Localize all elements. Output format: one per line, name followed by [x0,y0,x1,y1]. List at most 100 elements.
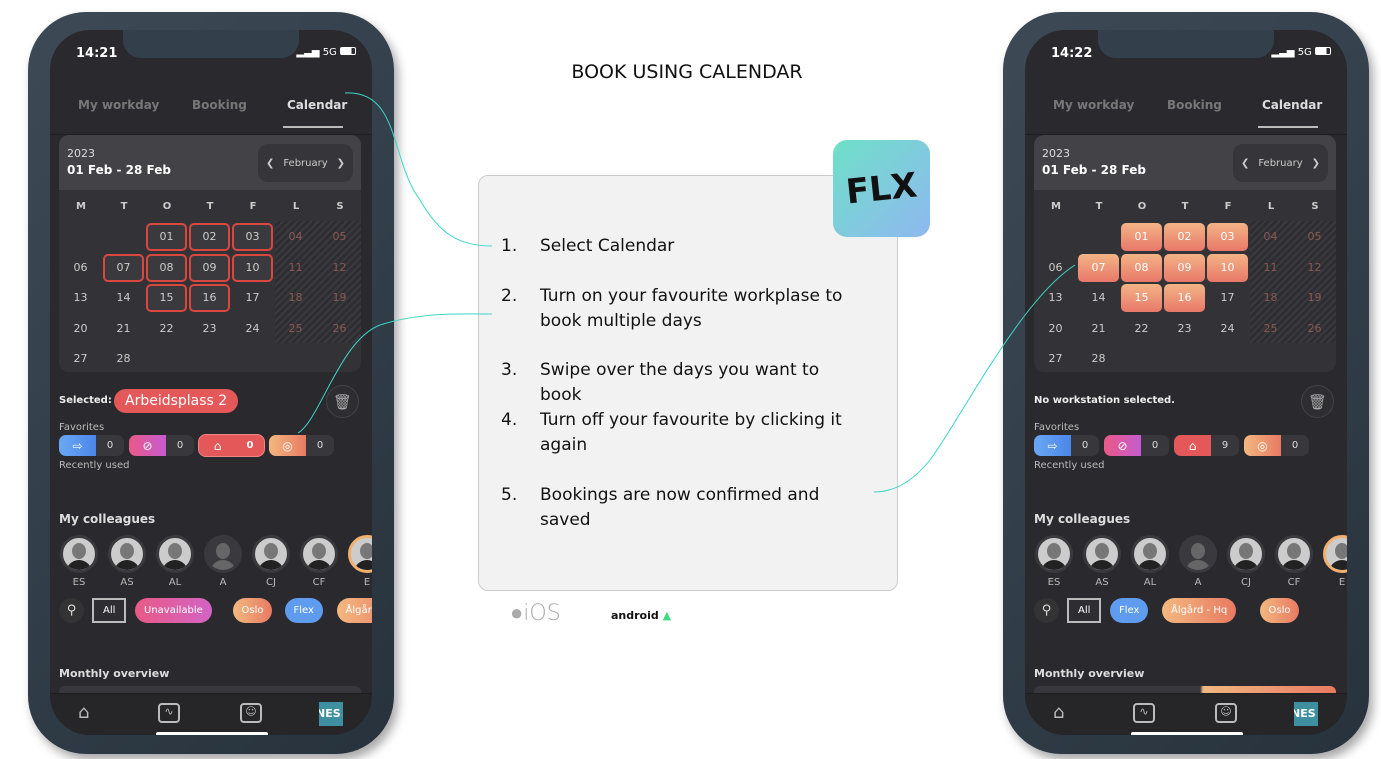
calendar-day[interactable]: 18 [275,284,316,312]
calendar-day[interactable]: 28 [103,345,144,372]
calendar-day[interactable]: 02 [1164,223,1205,251]
filter-all[interactable]: All [1067,598,1102,623]
home-indicator[interactable] [156,732,268,735]
calendar-day[interactable]: 03 [232,223,273,251]
calendar-day[interactable]: 11 [1250,254,1291,282]
calendar-day[interactable]: 10 [232,253,273,282]
calendar-day[interactable]: 17 [1207,284,1248,312]
calendar-day[interactable]: 13 [1035,284,1076,312]
filter-all[interactable]: All [92,598,127,623]
month-selector[interactable]: ❮ February ❯ [258,144,353,182]
tab-calendar[interactable]: Calendar [1262,98,1322,112]
calendar-day[interactable]: 09 [189,253,230,282]
nav-stats[interactable]: ∿ [1133,703,1155,723]
tab-booking[interactable]: Booking [192,98,247,112]
month-selector[interactable]: ❮ February ❯ [1233,144,1328,182]
colleague-avatar[interactable] [108,535,146,573]
nav-home[interactable]: ⌂ [1053,702,1064,723]
favorite-chip[interactable]: ◎ 0 [269,435,334,456]
calendar-day[interactable]: 08 [1121,253,1162,282]
calendar-day[interactable]: 16 [1164,284,1205,312]
search-button[interactable]: ⚲ [59,598,84,623]
tab-booking[interactable]: Booking [1167,98,1222,112]
calendar-day[interactable]: 06 [60,254,101,282]
calendar-day[interactable]: 20 [60,315,101,343]
calendar-day[interactable]: 28 [1078,345,1119,372]
nav-profile[interactable]: ☺ [240,703,262,723]
nav-home[interactable]: ⌂ [78,702,89,723]
calendar-day[interactable]: 22 [1121,315,1162,343]
search-button[interactable]: ⚲ [1034,598,1059,623]
filter-orange[interactable]: Ålgård - Hq [1162,598,1237,623]
tab-my-workday[interactable]: My workday [1053,98,1134,112]
filter-orange[interactable]: Ålgård - H [336,598,372,623]
calendar-day[interactable]: 24 [1207,315,1248,343]
calendar-day[interactable]: 20 [1035,315,1076,343]
chevron-right-icon[interactable]: ❯ [337,158,345,169]
filter-blue[interactable]: Flex [1110,598,1149,623]
calendar-day[interactable]: 04 [275,223,316,251]
calendar-day[interactable]: 26 [1294,315,1335,343]
favorite-chip[interactable]: ⇨ 0 [59,435,124,456]
calendar-day[interactable]: 23 [1164,315,1205,343]
colleague-avatar[interactable] [1083,535,1121,573]
calendar-day[interactable]: 07 [1078,253,1119,282]
calendar-day[interactable]: 26 [319,315,360,343]
calendar-day[interactable]: 04 [1250,223,1291,251]
filter-orange[interactable]: Oslo [232,598,273,623]
calendar-day[interactable]: 17 [232,284,273,312]
favorite-chip[interactable]: ⌂ 0 [199,435,264,456]
filter-blue[interactable]: Flex [284,598,323,623]
colleague-avatar[interactable] [156,535,194,573]
nav-stats[interactable]: ∿ [158,703,180,723]
favorite-chip[interactable]: ⊘ 0 [129,435,194,456]
colleague-avatar[interactable] [1035,535,1073,573]
nav-account-badge[interactable]: NES [1294,702,1318,726]
calendar-day[interactable]: 27 [1035,345,1076,372]
calendar-day[interactable]: 01 [1121,223,1162,251]
nav-profile[interactable]: ☺ [1215,703,1237,723]
calendar-day[interactable]: 21 [103,315,144,343]
calendar-day[interactable]: 05 [1294,223,1335,251]
calendar-day[interactable]: 19 [1294,284,1335,312]
calendar-day[interactable]: 25 [275,315,316,343]
calendar-day[interactable]: 27 [60,345,101,372]
calendar-day[interactable]: 23 [189,315,230,343]
calendar-day[interactable]: 15 [1121,284,1162,312]
calendar-day[interactable]: 12 [1294,254,1335,282]
calendar-day[interactable]: 15 [146,284,187,312]
colleague-avatar[interactable] [1131,535,1169,573]
calendar-day[interactable]: 13 [60,284,101,312]
chevron-left-icon[interactable]: ❮ [266,158,274,169]
calendar-day[interactable]: 06 [1035,254,1076,282]
calendar-day[interactable]: 05 [319,223,360,251]
nav-account-badge[interactable]: NES [319,702,343,726]
filter-orange[interactable]: Oslo [1259,598,1300,623]
colleague-avatar[interactable] [252,535,290,573]
calendar-day[interactable]: 14 [1078,284,1119,312]
selected-workstation[interactable]: Arbeidsplass 2 [114,389,239,413]
trash-button[interactable]: 🗑 [1301,385,1334,418]
calendar-day[interactable]: 16 [189,284,230,312]
calendar-day[interactable]: 24 [232,315,273,343]
calendar-day[interactable]: 18 [1250,284,1291,312]
calendar-day[interactable]: 19 [319,284,360,312]
favorite-chip[interactable]: ⌂ 9 [1174,435,1239,456]
filter-pink[interactable]: Unavailable [135,598,212,623]
calendar-day[interactable]: 09 [1164,253,1205,282]
calendar-day[interactable]: 11 [275,254,316,282]
home-indicator[interactable] [1131,732,1243,735]
colleague-avatar[interactable] [60,535,98,573]
calendar-day[interactable]: 12 [319,254,360,282]
chevron-left-icon[interactable]: ❮ [1241,158,1249,169]
colleague-avatar[interactable] [1275,535,1313,573]
colleague-avatar[interactable] [348,535,372,573]
calendar-day[interactable]: 08 [146,253,187,282]
favorite-chip[interactable]: ⇨ 0 [1034,435,1099,456]
tab-calendar[interactable]: Calendar [287,98,347,112]
colleague-avatar[interactable] [300,535,338,573]
calendar-day[interactable]: 21 [1078,315,1119,343]
calendar-day[interactable]: 03 [1207,223,1248,251]
colleague-avatar[interactable] [204,535,242,573]
colleague-avatar[interactable] [1179,535,1217,573]
